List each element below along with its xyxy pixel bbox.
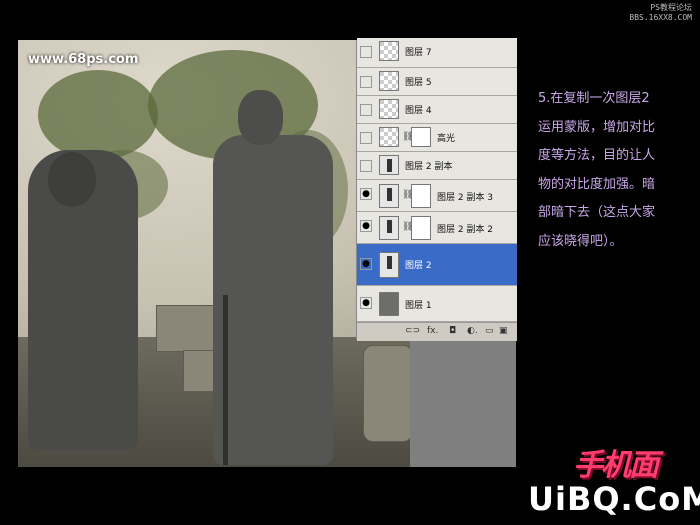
visibility-toggle[interactable] [360, 160, 372, 172]
layer-thumbnail [379, 71, 399, 91]
canvas-gray-area [410, 340, 516, 467]
layer-mask-thumbnail[interactable] [411, 127, 431, 147]
layer-name: 图层 2 副本 2 [437, 225, 494, 235]
visibility-toggle[interactable] [360, 132, 372, 144]
seated-statue-head [48, 152, 96, 207]
eye-icon[interactable]: ● [360, 258, 372, 270]
layer-name: 图层 7 [405, 48, 432, 58]
layers-panel-footer: ⊂⊃ fx. ◘ ◐. ▭ ▣ [357, 322, 517, 341]
layer-row[interactable]: ● ⛓ 图层 2 副本 3 [357, 180, 517, 212]
forum-watermark: PS教程论坛 BBS.16XX8.COM [562, 3, 692, 23]
layer-row[interactable]: ● 图层 1 [357, 286, 517, 322]
layer-thumbnail [379, 41, 399, 61]
layer-name: 图层 1 [405, 301, 432, 311]
layer-thumbnail [379, 184, 399, 208]
logo-chinese: 手机面 [573, 448, 659, 483]
description-line: 运用蒙版，增加对比 [538, 119, 656, 135]
folder-icon[interactable]: ▭ [485, 326, 494, 336]
tutorial-description: 5.在复制一次图层2 运用蒙版，增加对比 度等方法，目的让人 物的对比度加强。暗… [538, 85, 698, 256]
layer-name: 图层 5 [405, 78, 432, 88]
standing-statue-head [238, 90, 283, 145]
forum-watermark-line2: BBS.16XX8.COM [629, 13, 692, 22]
stone-drum [363, 345, 413, 442]
layer-name: 图层 4 [405, 106, 432, 116]
layer-thumbnail [379, 252, 399, 278]
layer-name: 图层 2 副本 3 [437, 193, 494, 203]
logo-english: UiBQ.CoM [528, 480, 700, 518]
walking-cane [223, 295, 228, 465]
layer-name: 高光 [437, 134, 456, 144]
description-line: 物的对比度加强。暗 [538, 176, 656, 192]
description-line: 5.在复制一次图层2 [538, 91, 650, 106]
layer-name: 图层 2 [405, 261, 432, 271]
visibility-toggle[interactable] [360, 76, 372, 88]
description-line: 度等方法，目的让人 [538, 148, 656, 163]
mask-icon[interactable]: ◘ [449, 326, 456, 336]
eye-icon[interactable]: ● [360, 220, 372, 232]
eye-icon[interactable]: ● [360, 188, 372, 200]
site-logo: 手机面 UiBQ.CoM [528, 440, 700, 520]
layer-thumbnail [379, 155, 399, 175]
visibility-toggle[interactable] [360, 46, 372, 58]
layer-row[interactable]: 图层 4 [357, 96, 517, 124]
layer-thumbnail [379, 99, 399, 119]
site-watermark: www.68ps.com [28, 52, 139, 67]
visibility-toggle[interactable] [360, 104, 372, 116]
adjustment-icon[interactable]: ◐. [467, 326, 478, 336]
layers-panel: 图层 7 图层 5 图层 4 ⛓ 高光 图层 2 副本 ● ⛓ 图层 2 副本 … [356, 38, 517, 341]
layer-row-selected[interactable]: ● 图层 2 [357, 244, 517, 286]
eye-icon[interactable]: ● [360, 297, 372, 309]
layer-row[interactable]: 图层 2 副本 [357, 152, 517, 180]
fx-icon[interactable]: fx. [427, 326, 438, 336]
layer-thumbnail [379, 292, 399, 316]
new-layer-icon[interactable]: ▣ [499, 326, 508, 336]
ivy-patch [38, 70, 158, 160]
layer-name: 图层 2 副本 [405, 162, 453, 172]
layer-row[interactable]: ● ⛓ 图层 2 副本 2 [357, 212, 517, 244]
description-line: 应该晓得吧）。 [538, 233, 623, 249]
layer-row[interactable]: ⛓ 高光 [357, 124, 517, 152]
layer-row[interactable]: 图层 7 [357, 38, 517, 68]
layer-mask-thumbnail[interactable] [411, 184, 431, 208]
layer-thumbnail [379, 216, 399, 240]
layer-thumbnail [379, 127, 399, 147]
link-icon[interactable]: ⊂⊃ [405, 326, 420, 336]
layer-row[interactable]: 图层 5 [357, 68, 517, 96]
standing-statue [213, 135, 333, 465]
description-line: 部暗下去（这点大家 [538, 205, 656, 220]
layer-mask-thumbnail[interactable] [411, 216, 431, 240]
forum-watermark-line1: PS教程论坛 [650, 3, 692, 12]
